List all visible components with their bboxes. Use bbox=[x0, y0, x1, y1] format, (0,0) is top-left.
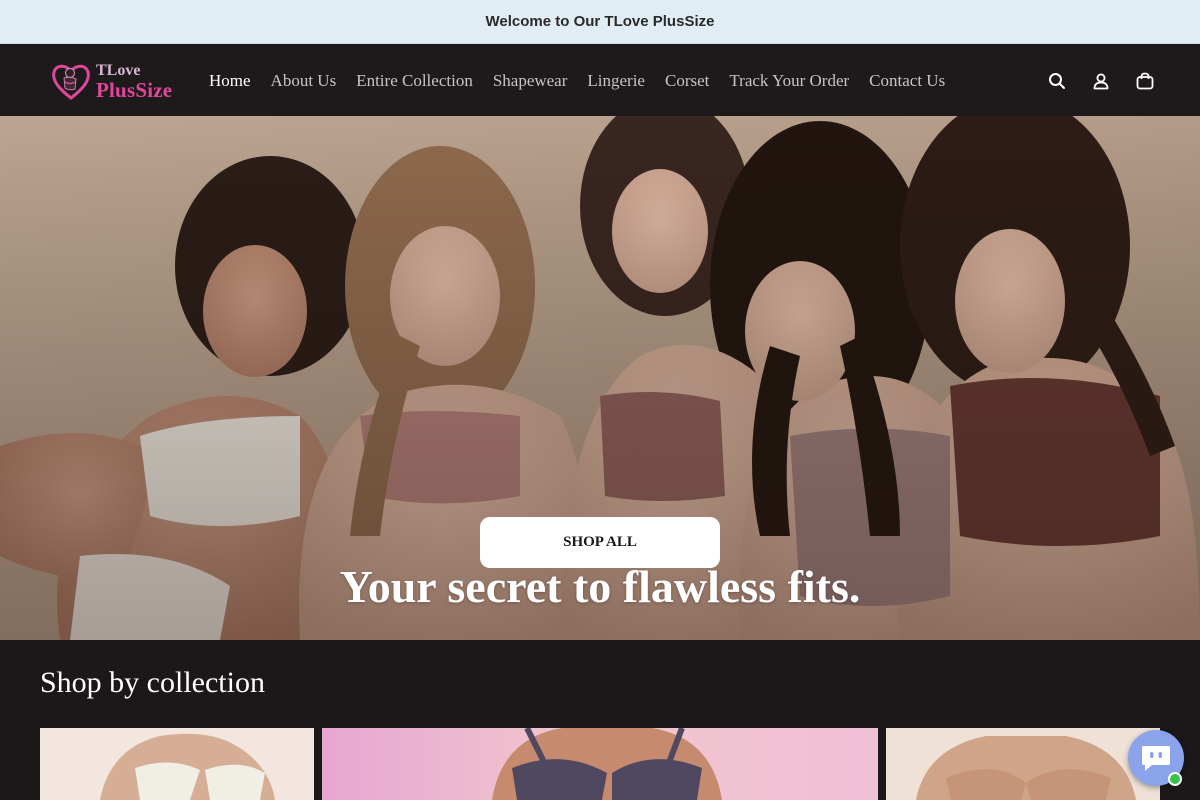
search-icon[interactable] bbox=[1046, 70, 1068, 92]
collections-section: Shop by collection bbox=[0, 640, 1200, 800]
main-nav: Home About Us Entire Collection Shapewea… bbox=[199, 45, 955, 116]
nav-entire-collection[interactable]: Entire Collection bbox=[346, 71, 483, 91]
nav-track-your-order[interactable]: Track Your Order bbox=[719, 71, 859, 91]
collections-heading: Shop by collection bbox=[40, 666, 265, 699]
nav-lingerie[interactable]: Lingerie bbox=[577, 71, 655, 91]
logo-heart-icon bbox=[52, 64, 90, 100]
site-header: TLove PlusSize Home About Us Entire Coll… bbox=[0, 45, 1200, 116]
header-icons bbox=[1046, 45, 1156, 116]
logo-line-2: PlusSize bbox=[96, 78, 173, 102]
collection-card[interactable] bbox=[322, 728, 878, 800]
collection-card[interactable] bbox=[886, 728, 1160, 800]
chat-bot-icon bbox=[1142, 746, 1170, 771]
nav-corset[interactable]: Corset bbox=[655, 71, 719, 91]
nav-about-us[interactable]: About Us bbox=[261, 71, 347, 91]
collection-card[interactable] bbox=[40, 728, 314, 800]
shop-all-button[interactable]: SHOP ALL bbox=[480, 517, 720, 568]
announcement-bar: Welcome to Our TLove PlusSize bbox=[0, 0, 1200, 44]
site-logo[interactable]: TLove PlusSize bbox=[48, 57, 182, 105]
account-icon[interactable] bbox=[1090, 70, 1112, 92]
nav-contact-us[interactable]: Contact Us bbox=[859, 71, 955, 91]
online-status-dot bbox=[1168, 772, 1182, 786]
nav-home[interactable]: Home bbox=[199, 71, 261, 91]
collection-image bbox=[492, 728, 722, 800]
announcement-text: Welcome to Our TLove PlusSize bbox=[485, 13, 715, 30]
collection-image bbox=[100, 733, 275, 800]
nav-shapewear[interactable]: Shapewear bbox=[483, 71, 578, 91]
collection-image bbox=[916, 736, 1136, 800]
cart-icon[interactable] bbox=[1134, 70, 1156, 92]
